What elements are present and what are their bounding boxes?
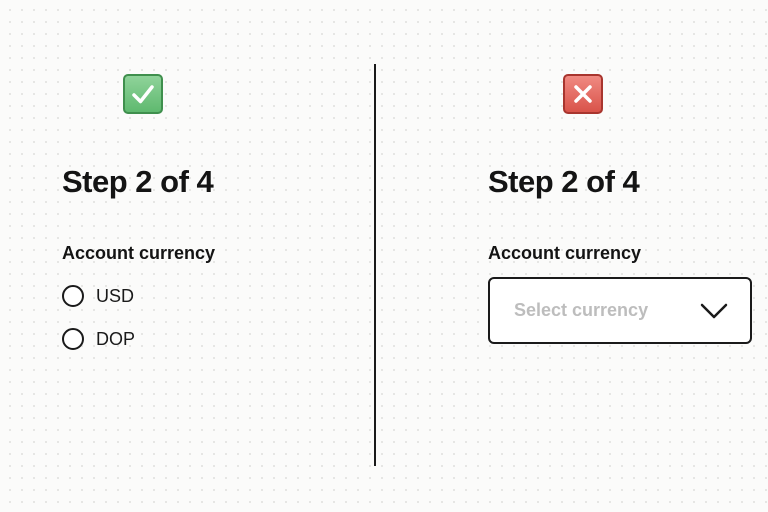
field-label: Account currency [488,243,642,263]
bad-example-panel: Step 2 of 4 Account currency Select curr… [488,0,768,512]
field-label: Account currency [62,243,216,263]
step-title: Step 2 of 4 [62,164,214,199]
radio-option-label: USD [96,285,135,306]
radio-option-label: DOP [96,328,136,349]
cross-mark-icon [563,74,603,114]
radio-button[interactable] [62,285,84,307]
currency-select[interactable]: Select currency [488,277,752,344]
radio-option-usd[interactable]: USD [62,285,134,307]
radio-button[interactable] [62,328,84,350]
select-placeholder: Select currency [514,300,649,320]
step-title: Step 2 of 4 [488,164,640,199]
good-example-panel: Step 2 of 4 Account currency USD DOP [62,0,382,512]
vertical-divider [374,64,376,466]
chevron-down-icon [700,302,728,320]
radio-option-dop[interactable]: DOP [62,328,135,350]
check-mark-icon [123,74,163,114]
comparison-canvas: Step 2 of 4 Account currency USD DOP Ste… [0,0,768,512]
